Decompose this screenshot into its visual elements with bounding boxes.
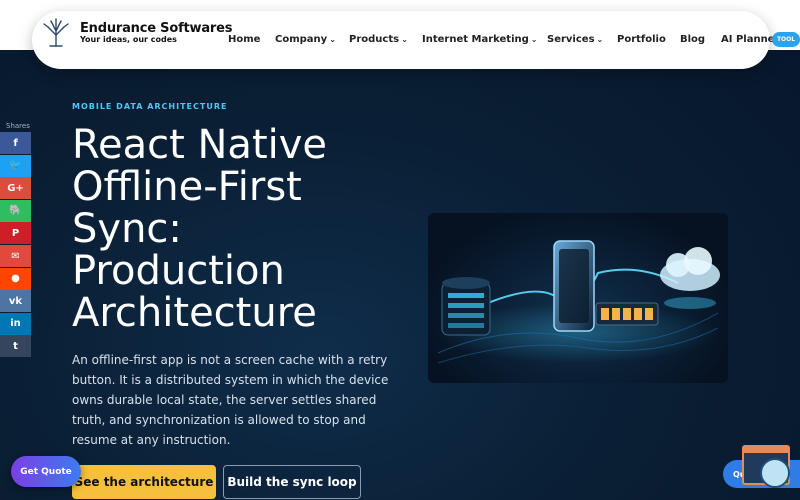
nav-internet-marketing[interactable]: Internet Marketing ⌄	[422, 34, 537, 45]
nav-blog[interactable]: Blog	[680, 34, 705, 45]
sync-illustration	[437, 240, 720, 364]
memory-chips-icon	[595, 302, 659, 326]
nav-company[interactable]: Company ⌄	[275, 34, 336, 45]
nav-ai-planner-label: AI Planner	[721, 34, 780, 45]
tool-badge[interactable]: TOOL	[772, 32, 800, 47]
google-plus-icon[interactable]: G+	[0, 177, 31, 200]
tree-logo-icon[interactable]	[42, 17, 70, 47]
facebook-icon[interactable]: f	[0, 132, 31, 154]
see-architecture-button[interactable]: See the architecture	[72, 465, 216, 499]
title-line: Architecture	[72, 290, 317, 336]
brand-tagline: Your ideas, our codes	[80, 35, 177, 44]
eyebrow-label: MOBILE DATA ARCHITECTURE	[72, 102, 228, 111]
email-icon[interactable]: ✉	[0, 245, 31, 267]
shares-label: Shares	[6, 122, 30, 130]
brand-name[interactable]: Endurance Softwares	[80, 21, 232, 36]
smartphone-icon	[553, 240, 595, 332]
twitter-icon[interactable]: 🐦	[0, 154, 31, 177]
nav-internet-marketing-label: Internet Marketing	[422, 34, 529, 45]
cloud-icon	[660, 247, 720, 309]
nav-products-label: Products	[349, 34, 400, 45]
nav-ai-planner[interactable]: AI Planner	[721, 34, 779, 45]
chat-assistant-icon[interactable]	[760, 458, 790, 488]
chevron-down-icon: ⌄	[530, 35, 538, 44]
title-line: Sync:	[72, 206, 182, 252]
hero-illustration	[428, 213, 728, 383]
nav-home-label: Home	[228, 34, 261, 45]
chevron-down-icon: ⌄	[329, 35, 336, 44]
title-line: Offline-First	[72, 164, 302, 210]
nav-portfolio-label: Portfolio	[617, 34, 666, 45]
vk-icon[interactable]: vk	[0, 290, 31, 313]
evernote-icon[interactable]: 🐘	[0, 199, 31, 222]
title-line: React Native	[72, 122, 328, 168]
page-title: React Native Offline-First Sync: Product…	[72, 124, 412, 334]
pinterest-icon[interactable]: P	[0, 222, 31, 245]
title-line: Production	[72, 248, 285, 294]
chevron-down-icon: ⌄	[596, 35, 604, 44]
linkedin-icon[interactable]: in	[0, 312, 31, 335]
lead-paragraph: An offline-first app is not a screen cac…	[72, 353, 389, 447]
nav-company-label: Company	[275, 34, 328, 45]
database-server-icon	[441, 277, 491, 336]
nav-blog-label: Blog	[680, 34, 706, 45]
nav-services-label: Services	[547, 34, 595, 45]
chevron-down-icon: ⌄	[401, 35, 408, 44]
reddit-icon[interactable]: ●	[0, 267, 31, 290]
build-sync-loop-button[interactable]: Build the sync loop	[223, 465, 361, 499]
nav-products[interactable]: Products ⌄	[349, 34, 408, 45]
nav-home[interactable]: Home	[228, 34, 260, 45]
nav-services[interactable]: Services ⌄	[547, 34, 603, 45]
get-quote-button[interactable]: Get Quote	[11, 456, 81, 487]
tumblr-icon[interactable]: t	[0, 335, 31, 358]
code-window-bar	[744, 447, 788, 453]
nav-portfolio[interactable]: Portfolio	[617, 34, 666, 45]
